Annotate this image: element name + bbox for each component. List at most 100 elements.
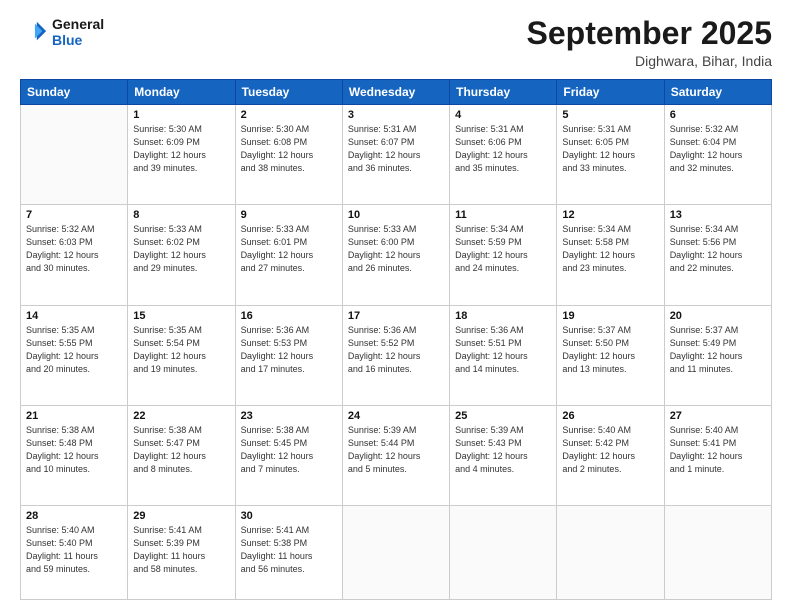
logo-text: General Blue <box>52 16 104 48</box>
day-info: Sunrise: 5:34 AMSunset: 5:59 PMDaylight:… <box>455 223 551 275</box>
day-number: 23 <box>241 410 337 422</box>
header: General Blue September 2025 Dighwara, Bi… <box>20 16 772 69</box>
day-number: 15 <box>133 310 229 322</box>
col-friday: Friday <box>557 80 664 105</box>
day-number: 28 <box>26 510 122 522</box>
day-number: 7 <box>26 209 122 221</box>
table-row <box>557 505 664 599</box>
day-info: Sunrise: 5:34 AMSunset: 5:56 PMDaylight:… <box>670 223 766 275</box>
col-tuesday: Tuesday <box>235 80 342 105</box>
day-info: Sunrise: 5:38 AMSunset: 5:45 PMDaylight:… <box>241 424 337 476</box>
day-number: 6 <box>670 109 766 121</box>
table-row: 21 Sunrise: 5:38 AMSunset: 5:48 PMDayligh… <box>21 405 128 505</box>
day-info: Sunrise: 5:31 AMSunset: 6:07 PMDaylight:… <box>348 123 444 175</box>
col-sunday: Sunday <box>21 80 128 105</box>
table-row: 28Sunrise: 5:40 AMSunset: 5:40 PMDayligh… <box>21 505 128 599</box>
day-info: Sunrise: 5:39 AMSunset: 5:43 PMDaylight:… <box>455 424 551 476</box>
col-saturday: Saturday <box>664 80 771 105</box>
table-row: 22 Sunrise: 5:38 AMSunset: 5:47 PMDayligh… <box>128 405 235 505</box>
table-row: 11 Sunrise: 5:34 AMSunset: 5:59 PMDayligh… <box>450 205 557 305</box>
day-info: Sunrise: 5:33 AMSunset: 6:01 PMDaylight:… <box>241 223 337 275</box>
table-row: 29 Sunrise: 5:41 AMSunset: 5:39 PMDayligh… <box>128 505 235 599</box>
day-info: Sunrise: 5:35 AMSunset: 5:55 PMDaylight:… <box>26 324 122 376</box>
table-row <box>450 505 557 599</box>
table-row: 9 Sunrise: 5:33 AMSunset: 6:01 PMDaylight… <box>235 205 342 305</box>
day-info: Sunrise: 5:38 AMSunset: 5:47 PMDaylight:… <box>133 424 229 476</box>
table-row: 23 Sunrise: 5:38 AMSunset: 5:45 PMDayligh… <box>235 405 342 505</box>
day-info: Sunrise: 5:31 AMSunset: 6:06 PMDaylight:… <box>455 123 551 175</box>
day-info: Sunrise: 5:41 AMSunset: 5:39 PMDaylight:… <box>133 524 229 576</box>
day-info: Sunrise: 5:34 AMSunset: 5:58 PMDaylight:… <box>562 223 658 275</box>
table-row: 13 Sunrise: 5:34 AMSunset: 5:56 PMDayligh… <box>664 205 771 305</box>
table-row: 20 Sunrise: 5:37 AMSunset: 5:49 PMDayligh… <box>664 305 771 405</box>
day-info: Sunrise: 5:32 AMSunset: 6:03 PMDaylight:… <box>26 223 122 275</box>
table-row: 24Sunrise: 5:39 AMSunset: 5:44 PMDayligh… <box>342 405 449 505</box>
day-number: 8 <box>133 209 229 221</box>
day-info: Sunrise: 5:40 AMSunset: 5:41 PMDaylight:… <box>670 424 766 476</box>
day-number: 9 <box>241 209 337 221</box>
header-row: Sunday Monday Tuesday Wednesday Thursday… <box>21 80 772 105</box>
col-monday: Monday <box>128 80 235 105</box>
day-number: 27 <box>670 410 766 422</box>
day-number: 30 <box>241 510 337 522</box>
table-row: 4 Sunrise: 5:31 AMSunset: 6:06 PMDaylight… <box>450 105 557 205</box>
day-number: 26 <box>562 410 658 422</box>
table-row: 8Sunrise: 5:33 AMSunset: 6:02 PMDaylight… <box>128 205 235 305</box>
table-row: 2Sunrise: 5:30 AMSunset: 6:08 PMDaylight… <box>235 105 342 205</box>
day-number: 13 <box>670 209 766 221</box>
day-info: Sunrise: 5:30 AMSunset: 6:09 PMDaylight:… <box>133 123 229 175</box>
day-number: 22 <box>133 410 229 422</box>
day-number: 11 <box>455 209 551 221</box>
day-info: Sunrise: 5:35 AMSunset: 5:54 PMDaylight:… <box>133 324 229 376</box>
table-row: 17 Sunrise: 5:36 AMSunset: 5:52 PMDayligh… <box>342 305 449 405</box>
table-row: 5Sunrise: 5:31 AMSunset: 6:05 PMDaylight… <box>557 105 664 205</box>
table-row: 7 Sunrise: 5:32 AMSunset: 6:03 PMDaylight… <box>21 205 128 305</box>
day-info: Sunrise: 5:40 AMSunset: 5:42 PMDaylight:… <box>562 424 658 476</box>
day-info: Sunrise: 5:36 AMSunset: 5:53 PMDaylight:… <box>241 324 337 376</box>
day-number: 18 <box>455 310 551 322</box>
day-info: Sunrise: 5:31 AMSunset: 6:05 PMDaylight:… <box>562 123 658 175</box>
day-number: 25 <box>455 410 551 422</box>
table-row: 25 Sunrise: 5:39 AMSunset: 5:43 PMDayligh… <box>450 405 557 505</box>
day-number: 2 <box>241 109 337 121</box>
table-row: 26 Sunrise: 5:40 AMSunset: 5:42 PMDayligh… <box>557 405 664 505</box>
table-row <box>664 505 771 599</box>
table-row: 10 Sunrise: 5:33 AMSunset: 6:00 PMDayligh… <box>342 205 449 305</box>
logo: General Blue <box>20 16 104 48</box>
month-title: September 2025 <box>527 16 772 51</box>
day-info: Sunrise: 5:32 AMSunset: 6:04 PMDaylight:… <box>670 123 766 175</box>
table-row: 30 Sunrise: 5:41 AMSunset: 5:38 PMDayligh… <box>235 505 342 599</box>
day-info: Sunrise: 5:39 AMSunset: 5:44 PMDaylight:… <box>348 424 444 476</box>
day-info: Sunrise: 5:33 AMSunset: 6:00 PMDaylight:… <box>348 223 444 275</box>
calendar-body: 1 Sunrise: 5:30 AMSunset: 6:09 PMDaylight… <box>21 105 772 600</box>
day-number: 3 <box>348 109 444 121</box>
day-number: 10 <box>348 209 444 221</box>
day-number: 29 <box>133 510 229 522</box>
calendar-header: Sunday Monday Tuesday Wednesday Thursday… <box>21 80 772 105</box>
day-number: 14 <box>26 310 122 322</box>
day-number: 1 <box>133 109 229 121</box>
day-number: 16 <box>241 310 337 322</box>
day-number: 12 <box>562 209 658 221</box>
day-number: 17 <box>348 310 444 322</box>
col-thursday: Thursday <box>450 80 557 105</box>
day-info: Sunrise: 5:37 AMSunset: 5:49 PMDaylight:… <box>670 324 766 376</box>
table-row: 19 Sunrise: 5:37 AMSunset: 5:50 PMDayligh… <box>557 305 664 405</box>
day-info: Sunrise: 5:41 AMSunset: 5:38 PMDaylight:… <box>241 524 337 576</box>
day-info: Sunrise: 5:38 AMSunset: 5:48 PMDaylight:… <box>26 424 122 476</box>
table-row: 15 Sunrise: 5:35 AMSunset: 5:54 PMDayligh… <box>128 305 235 405</box>
day-number: 4 <box>455 109 551 121</box>
location: Dighwara, Bihar, India <box>527 53 772 69</box>
table-row: 12 Sunrise: 5:34 AMSunset: 5:58 PMDayligh… <box>557 205 664 305</box>
col-wednesday: Wednesday <box>342 80 449 105</box>
day-number: 21 <box>26 410 122 422</box>
title-block: September 2025 Dighwara, Bihar, India <box>527 16 772 69</box>
table-row: 27 Sunrise: 5:40 AMSunset: 5:41 PMDayligh… <box>664 405 771 505</box>
table-row <box>21 105 128 205</box>
day-number: 19 <box>562 310 658 322</box>
day-info: Sunrise: 5:37 AMSunset: 5:50 PMDaylight:… <box>562 324 658 376</box>
table-row: 14 Sunrise: 5:35 AMSunset: 5:55 PMDayligh… <box>21 305 128 405</box>
day-info: Sunrise: 5:36 AMSunset: 5:51 PMDaylight:… <box>455 324 551 376</box>
day-info: Sunrise: 5:36 AMSunset: 5:52 PMDaylight:… <box>348 324 444 376</box>
day-number: 20 <box>670 310 766 322</box>
